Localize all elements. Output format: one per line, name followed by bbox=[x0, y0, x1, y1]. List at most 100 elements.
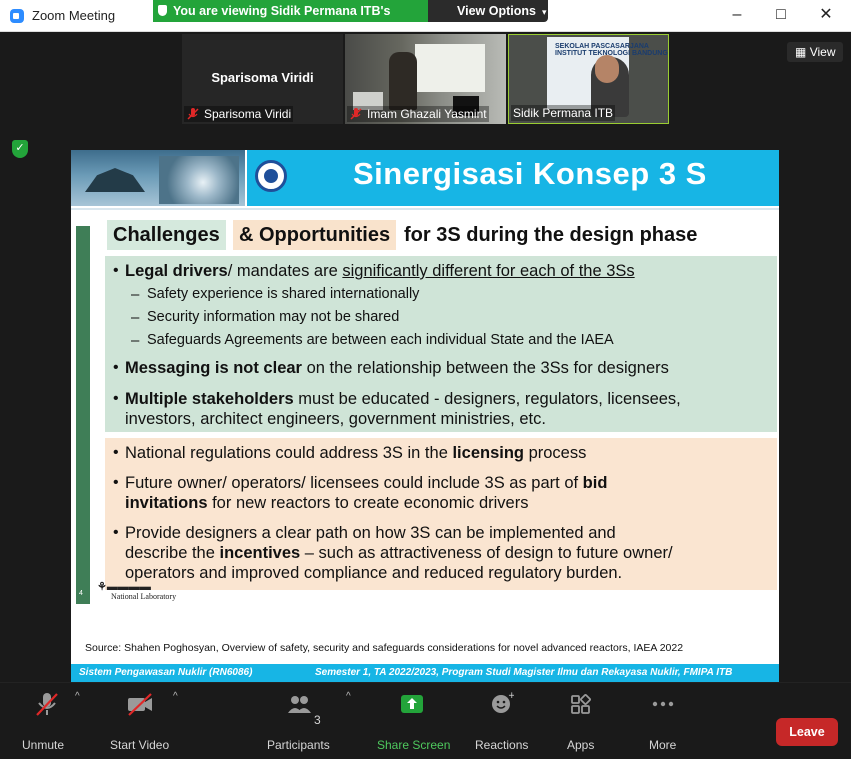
bold-text: licensing bbox=[452, 444, 524, 462]
participant-video-strip: Sparisoma Viridi Sparisoma Viridi Imam G… bbox=[0, 32, 851, 126]
more-button[interactable]: More bbox=[649, 738, 676, 752]
share-screen-icon[interactable] bbox=[400, 691, 424, 717]
bullet: • bbox=[113, 262, 119, 279]
participant-tile[interactable]: Imam Ghazali Yasmint bbox=[345, 34, 506, 124]
chevron-up-icon[interactable]: ^ bbox=[346, 691, 351, 702]
participant-name: Sidik Permana ITB bbox=[513, 106, 614, 120]
bullet-legal-drivers: Legal drivers/ mandates are significantl… bbox=[125, 262, 635, 281]
text: on the relationship between the 3Ss for … bbox=[301, 359, 669, 377]
text: Future owner/ operators/ licensees could… bbox=[125, 474, 583, 492]
lab-logo-text: National Laboratory bbox=[111, 592, 177, 601]
heading-challenges: Challenges bbox=[107, 220, 226, 250]
text: must be educated - designers, regulators… bbox=[293, 390, 681, 408]
leave-button[interactable]: Leave bbox=[776, 718, 838, 746]
grid-icon: ▦ bbox=[795, 45, 807, 59]
shield-icon bbox=[158, 5, 167, 16]
presentation-slide: Sinergisasi Konsep 3 S 4 Challenges & Op… bbox=[71, 150, 779, 682]
participant-tile[interactable]: Sparisoma Viridi Sparisoma Viridi bbox=[182, 34, 343, 124]
side-accent-bar bbox=[76, 226, 90, 604]
close-button[interactable]: ✕ bbox=[803, 0, 849, 32]
dash: – bbox=[131, 332, 140, 349]
lab-logo: ⚘▬▬▬▬ National Laboratory bbox=[97, 582, 176, 601]
participant-name: Sparisoma Viridi bbox=[204, 107, 292, 121]
bullet-provide-designers: Provide designers a clear path on how 3S… bbox=[125, 524, 616, 542]
view-button[interactable]: ▦ View bbox=[787, 42, 843, 62]
bold-text: Multiple stakeholders bbox=[125, 390, 294, 408]
chevron-down-icon: ▾ bbox=[541, 7, 547, 17]
bullet-national-regulations: National regulations could address 3S in… bbox=[125, 444, 586, 463]
participant-name-center: Sparisoma Viridi bbox=[211, 70, 314, 85]
screen-share-banner-text: You are viewing Sidik Permana ITB's scre… bbox=[173, 4, 391, 32]
source-citation: Source: Shahen Poghosyan, Overview of sa… bbox=[85, 642, 684, 654]
participants-button[interactable]: Participants bbox=[267, 738, 330, 752]
text: describe the bbox=[125, 544, 220, 562]
projector-screen bbox=[415, 44, 485, 92]
underlined-text: significantly different for each of the … bbox=[342, 262, 635, 280]
bold-text: incentives bbox=[219, 544, 301, 562]
participants-count: 3 bbox=[314, 713, 321, 727]
participant-label: Sidik Permana ITB bbox=[511, 105, 616, 121]
unmute-button[interactable]: Unmute bbox=[22, 738, 64, 752]
chevron-up-icon[interactable]: ^ bbox=[173, 691, 178, 702]
reactions-icon[interactable]: + bbox=[490, 691, 514, 717]
text: / mandates are bbox=[227, 262, 343, 280]
participants-icon[interactable] bbox=[286, 691, 312, 717]
view-options-label: View Options bbox=[457, 4, 536, 18]
footer-course: Sistem Pengawasan Nuklir (RN6086) bbox=[79, 667, 253, 678]
reactions-button[interactable]: Reactions bbox=[475, 738, 528, 752]
slide-footer: Sistem Pengawasan Nuklir (RN6086) Semest… bbox=[71, 664, 779, 682]
bullet-stakeholders: Multiple stakeholders must be educated -… bbox=[125, 390, 681, 409]
mic-off-icon bbox=[350, 108, 362, 120]
text: – such as attractiveness of design to fu… bbox=[300, 544, 673, 562]
bullet: • bbox=[113, 474, 119, 491]
sub-bullet: Safeguards Agreements are between each i… bbox=[147, 332, 614, 348]
video-off-icon[interactable] bbox=[126, 691, 154, 717]
mic-off-icon bbox=[187, 108, 199, 120]
apps-button[interactable]: Apps bbox=[567, 738, 594, 752]
bullet-continuation: investors, architect engineers, governme… bbox=[125, 410, 546, 428]
text: National regulations could address 3S in… bbox=[125, 444, 453, 462]
mic-muted-icon[interactable] bbox=[34, 691, 60, 717]
start-video-button[interactable]: Start Video bbox=[110, 738, 169, 752]
header-photo bbox=[71, 150, 245, 206]
presenter-figure bbox=[389, 52, 417, 110]
participant-tile-active-speaker[interactable]: SEKOLAH PASCASARJANA INSTITUT TEKNOLOGI … bbox=[508, 34, 669, 124]
chevron-up-icon[interactable]: ^ bbox=[75, 691, 80, 702]
apps-icon[interactable] bbox=[570, 691, 592, 717]
dash: – bbox=[131, 309, 140, 326]
shared-screen-area[interactable]: ✓ Sinergisasi Konsep 3 S 4 Challenges & … bbox=[0, 126, 851, 682]
share-screen-button[interactable]: Share Screen bbox=[377, 738, 450, 752]
security-shield-icon[interactable]: ✓ bbox=[12, 140, 28, 158]
minimize-button[interactable]: – bbox=[714, 0, 760, 32]
bullet: • bbox=[113, 444, 119, 461]
divider bbox=[71, 208, 779, 210]
bold-text: Legal drivers bbox=[125, 262, 228, 280]
text: for new reactors to create economic driv… bbox=[207, 494, 529, 512]
bold-text: invitations bbox=[125, 494, 208, 512]
bullet-continuation: operators and improved compliance and re… bbox=[125, 564, 623, 582]
zoom-app-icon bbox=[10, 9, 24, 23]
text: process bbox=[524, 444, 587, 462]
view-button-label: View bbox=[809, 45, 836, 59]
page-number: 4 bbox=[79, 590, 83, 597]
participant-name: Imam Ghazali Yasmint bbox=[367, 107, 487, 121]
participant-label: Sparisoma Viridi bbox=[184, 106, 294, 122]
heading-rest: for 3S during the design phase bbox=[404, 224, 698, 246]
bullet-continuation: invitations for new reactors to create e… bbox=[125, 494, 528, 513]
zoom-window: Zoom Meeting You are viewing Sidik Perma… bbox=[0, 0, 851, 759]
bold-text: bid bbox=[582, 474, 608, 492]
dash: – bbox=[131, 286, 140, 303]
sub-bullet: Security information may not be shared bbox=[147, 309, 400, 325]
bold-text: Messaging is not clear bbox=[125, 359, 302, 377]
view-options-button[interactable]: View Options ▾ bbox=[428, 0, 548, 22]
participant-label: Imam Ghazali Yasmint bbox=[347, 106, 489, 122]
participant-face bbox=[595, 55, 619, 83]
window-title: Zoom Meeting bbox=[32, 8, 116, 23]
svg-text:+: + bbox=[508, 691, 514, 701]
title-bar: Zoom Meeting You are viewing Sidik Perma… bbox=[0, 0, 851, 32]
more-icon[interactable] bbox=[651, 691, 675, 717]
heading-opportunities: & Opportunities bbox=[233, 220, 397, 250]
maximize-button[interactable]: □ bbox=[758, 0, 804, 32]
footer-program: Semester 1, TA 2022/2023, Program Studi … bbox=[315, 667, 733, 678]
screen-share-banner: You are viewing Sidik Permana ITB's scre… bbox=[153, 0, 428, 32]
